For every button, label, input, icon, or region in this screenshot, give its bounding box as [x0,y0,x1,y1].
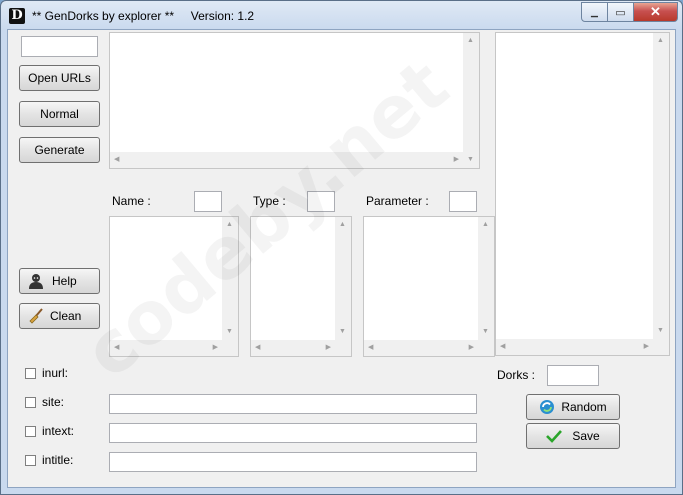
horizontal-scrollbar[interactable]: ◀ ▶ [496,339,653,355]
site-label: site: [42,395,65,409]
open-urls-label: Open URLs [28,71,91,85]
parameter-input[interactable] [449,191,477,212]
broom-icon [29,308,43,324]
caption-buttons: ▁ ▭ ✕ [581,2,678,22]
horizontal-scrollbar[interactable]: ◀ ▶ [110,340,222,356]
dorks-count-input[interactable] [547,365,599,386]
intext-checkbox[interactable] [25,426,36,437]
name-list[interactable]: ▲ ▼ ◀ ▶ [109,216,239,357]
save-button[interactable]: Save [526,423,620,449]
vertical-scrollbar[interactable]: ▲ ▼ [463,33,479,168]
refresh-icon [540,400,555,414]
maximize-icon: ▭ [615,6,626,19]
parameter-label: Parameter : [366,194,429,208]
top-left-input[interactable] [21,36,98,57]
close-icon: ✕ [650,4,661,19]
window-title: ** GenDorks by explorer ** Version: 1.2 [32,9,255,23]
horizontal-scrollbar[interactable]: ◀ ▶ [364,340,478,356]
dorks-output-list[interactable]: ▲ ▼ ◀ ▶ [495,32,670,356]
name-label: Name : [112,194,151,208]
close-button[interactable]: ✕ [634,2,678,22]
checkmark-icon [546,430,563,443]
open-urls-button[interactable]: Open URLs [19,65,100,91]
horizontal-scrollbar[interactable]: ◀ ▶ [110,152,463,168]
generate-label: Generate [34,143,85,157]
intext-label: intext: [42,424,75,438]
main-output-textarea[interactable]: ▲ ▼ ◀ ▶ [109,32,480,169]
vertical-scrollbar[interactable]: ▲ ▼ [222,217,238,356]
dorks-label: Dorks : [497,368,536,382]
help-label: Help [52,274,77,288]
app-icon: D [9,8,25,24]
minimize-button[interactable]: ▁ [581,2,608,22]
horizontal-scrollbar[interactable]: ◀ ▶ [251,340,335,356]
type-label: Type : [253,194,286,208]
intitle-input[interactable] [109,452,477,472]
name-input[interactable] [194,191,222,212]
inurl-label: inurl: [42,366,69,380]
clean-button[interactable]: Clean [19,303,100,329]
intitle-label: intitle: [42,453,74,467]
site-checkbox[interactable] [25,397,36,408]
clean-label: Clean [50,309,82,323]
intext-input[interactable] [109,423,477,443]
client-area: Open URLs Normal Generate Help Clean ▲ ▼ … [7,29,676,488]
random-button[interactable]: Random [526,394,620,420]
normal-label: Normal [40,107,79,121]
intitle-checkbox[interactable] [25,455,36,466]
title-bar[interactable]: D ** GenDorks by explorer ** Version: 1.… [1,1,682,31]
vertical-scrollbar[interactable]: ▲ ▼ [653,33,669,355]
maximize-button[interactable]: ▭ [608,2,634,22]
help-button[interactable]: Help [19,268,100,294]
vertical-scrollbar[interactable]: ▲ ▼ [478,217,494,356]
random-label: Random [561,400,607,414]
type-input[interactable] [307,191,335,212]
parameter-list[interactable]: ▲ ▼ ◀ ▶ [363,216,495,357]
type-list[interactable]: ▲ ▼ ◀ ▶ [250,216,352,357]
vertical-scrollbar[interactable]: ▲ ▼ [335,217,351,356]
minimize-icon: ▁ [591,6,598,17]
person-icon [29,274,43,289]
inurl-checkbox[interactable] [25,368,36,379]
generate-button[interactable]: Generate [19,137,100,163]
normal-button[interactable]: Normal [19,101,100,127]
save-label: Save [572,429,600,443]
site-input[interactable] [109,394,477,414]
